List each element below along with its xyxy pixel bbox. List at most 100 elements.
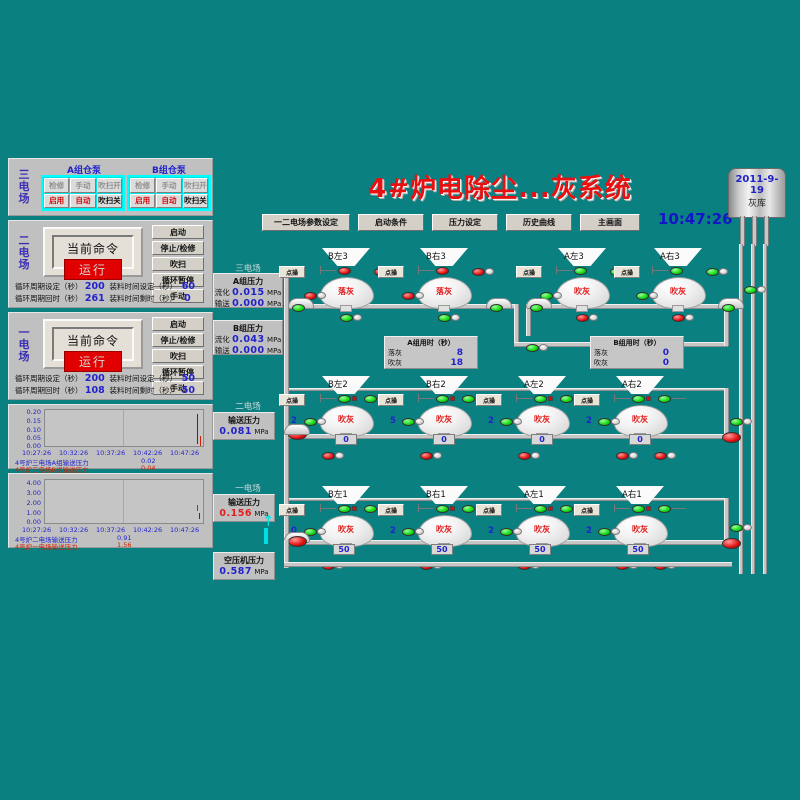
valve-discharge[interactable] — [576, 314, 589, 322]
valve-drain[interactable] — [616, 452, 629, 460]
field-2-start-button[interactable]: 启动 — [152, 225, 204, 239]
unit-B右2[interactable]: B右2 吹灰 0 — [396, 376, 492, 454]
unit-label: A右1 — [622, 488, 682, 500]
valve-top[interactable] — [436, 267, 449, 275]
valve-side[interactable] — [364, 505, 377, 513]
unit-A左3[interactable]: A左3 吹灰 — [534, 248, 630, 326]
valve-top[interactable] — [632, 505, 645, 513]
valve-side[interactable] — [462, 395, 475, 403]
nav-button-main-screen[interactable]: 主画面 — [580, 214, 640, 231]
valve-discharge[interactable] — [438, 314, 451, 322]
dian-button-A右3[interactable]: 点操 — [614, 266, 640, 278]
valve-top[interactable] — [574, 267, 587, 275]
valve-inlet[interactable] — [598, 418, 611, 426]
dian-button-A右2[interactable]: 点操 — [574, 394, 600, 406]
valve-drain[interactable] — [420, 452, 433, 460]
valve-top[interactable] — [534, 505, 547, 513]
field-1-stop-button[interactable]: 停止/检修 — [152, 333, 204, 347]
valve-dome-4[interactable] — [722, 304, 735, 312]
silo-pipe-3 — [764, 216, 769, 246]
dian-button-B左3[interactable]: 点操 — [279, 266, 305, 278]
pump-b-purge-off-button[interactable]: 吹扫关 — [183, 194, 208, 209]
unit-A左2[interactable]: A左2 吹灰 0 — [494, 376, 590, 454]
nav-button-history-curve[interactable]: 历史曲线 — [506, 214, 572, 231]
dian-button-A右1[interactable]: 点操 — [574, 504, 600, 516]
dian-button-A左1[interactable]: 点操 — [476, 504, 502, 516]
valve-side[interactable] — [560, 395, 573, 403]
valve-drain[interactable] — [518, 452, 531, 460]
valve-dome-2[interactable] — [490, 304, 503, 312]
unit-B左2[interactable]: B左2 吹灰 0 — [298, 376, 394, 454]
field-2-stop-button[interactable]: 停止/检修 — [152, 241, 204, 255]
unit-B左3[interactable]: B左3 落灰 — [298, 248, 394, 326]
field-1-purge-button[interactable]: 吹扫 — [152, 349, 204, 363]
unit-B右1[interactable]: B右1 吹灰 50 — [396, 486, 492, 564]
dian-button-A左2[interactable]: 点操 — [476, 394, 502, 406]
pump-b-manual-button[interactable]: 手动 — [156, 178, 181, 193]
nav-button-start-conditions[interactable]: 启动条件 — [358, 214, 424, 231]
valve-side[interactable] — [560, 505, 573, 513]
valve-side[interactable] — [364, 395, 377, 403]
dian-button-B左2[interactable]: 点操 — [279, 394, 305, 406]
valve-inlet[interactable] — [598, 528, 611, 536]
valve-top[interactable] — [338, 395, 351, 403]
unit-A左1[interactable]: A左1 吹灰 50 — [494, 486, 590, 564]
valve-side[interactable] — [472, 268, 485, 276]
unit-A右1[interactable]: A右1 吹灰 50 — [592, 486, 688, 564]
unit-A右3[interactable]: A右3 吹灰 — [630, 248, 726, 326]
pump-b-purge-on-button[interactable]: 吹扫开 — [183, 178, 208, 193]
valve-inlet[interactable] — [500, 418, 513, 426]
valve-side[interactable] — [658, 505, 671, 513]
unit-B左1[interactable]: B左1 吹灰 50 — [298, 486, 394, 564]
valve-drain-2[interactable] — [654, 452, 667, 460]
big-valve-row2-right[interactable] — [722, 432, 741, 443]
valve-top[interactable] — [534, 395, 547, 403]
pump-a-manual-button[interactable]: 手动 — [70, 178, 95, 193]
pump-a-purge-off-button[interactable]: 吹扫关 — [97, 194, 122, 209]
valve-inlet[interactable] — [402, 528, 415, 536]
valve-dome-1[interactable] — [292, 304, 305, 312]
pump-b-maintenance-button[interactable]: 检修 — [130, 178, 155, 193]
field-1-start-button[interactable]: 启动 — [152, 317, 204, 331]
unit-A右2[interactable]: A右2 吹灰 0 — [592, 376, 688, 454]
valve-mid-junction[interactable] — [526, 344, 539, 352]
field-1-param-4-label: 装料时间剩时（秒） — [110, 386, 178, 395]
pump-b-enable-button[interactable]: 启用 — [130, 194, 155, 209]
valve-dome-3[interactable] — [530, 304, 543, 312]
valve-right-2[interactable] — [730, 418, 743, 426]
dian-button-A左3[interactable]: 点操 — [516, 266, 542, 278]
pump-a-auto-button[interactable]: 自动 — [70, 194, 95, 209]
pump-b-auto-button[interactable]: 自动 — [156, 194, 181, 209]
valve-inlet[interactable] — [500, 528, 513, 536]
valve-right-3[interactable] — [744, 286, 757, 294]
valve-top[interactable] — [338, 505, 351, 513]
valve-top[interactable] — [436, 505, 449, 513]
nav-button-params[interactable]: 一二电场参数设定 — [262, 214, 350, 231]
valve-right-1[interactable] — [730, 524, 743, 532]
valve-side[interactable] — [462, 505, 475, 513]
dian-button-B右1[interactable]: 点操 — [378, 504, 404, 516]
pump-a-enable-button[interactable]: 启用 — [44, 194, 69, 209]
big-valve-row1-right[interactable] — [722, 538, 741, 549]
pump-a-purge-on-button[interactable]: 吹扫开 — [97, 178, 122, 193]
dian-button-B右2[interactable]: 点操 — [378, 394, 404, 406]
valve-top[interactable] — [436, 395, 449, 403]
valve-top[interactable] — [670, 267, 683, 275]
valve-drain[interactable] — [322, 452, 335, 460]
valve-top[interactable] — [338, 267, 351, 275]
nav-button-pressure-setting[interactable]: 压力设定 — [432, 214, 498, 231]
valve-inlet[interactable] — [636, 292, 649, 300]
big-valve-row1-left[interactable] — [288, 536, 307, 547]
valve-discharge[interactable] — [672, 314, 685, 322]
valve-side[interactable] — [706, 268, 719, 276]
pump-a-maintenance-button[interactable]: 检修 — [44, 178, 69, 193]
field-2-purge-button[interactable]: 吹扫 — [152, 257, 204, 271]
valve-discharge[interactable] — [340, 314, 353, 322]
valve-side[interactable] — [658, 395, 671, 403]
dian-button-B右3[interactable]: 点操 — [378, 266, 404, 278]
valve-inlet[interactable] — [402, 418, 415, 426]
valve-inlet[interactable] — [402, 292, 415, 300]
dian-button-B左1[interactable]: 点操 — [279, 504, 305, 516]
unit-B右3[interactable]: B右3 落灰 — [396, 248, 492, 326]
valve-top[interactable] — [632, 395, 645, 403]
